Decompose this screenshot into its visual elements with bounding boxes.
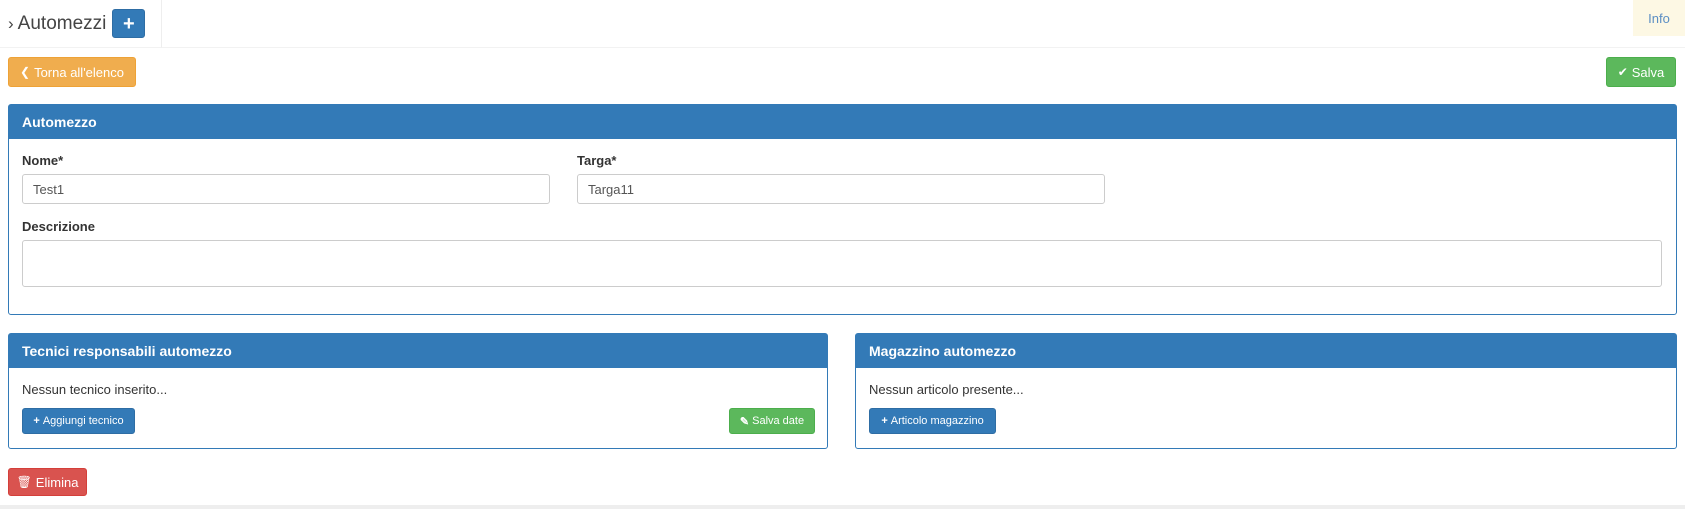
save-label: Salva: [1631, 64, 1665, 80]
magazzino-panel: Magazzino automezzo Nessun articolo pres…: [855, 333, 1677, 449]
plus-icon: +: [33, 415, 40, 427]
edit-icon: ✎: [739, 415, 750, 428]
magazzino-panel-title: Magazzino automezzo: [856, 334, 1676, 368]
plus-icon: +: [123, 12, 135, 35]
nome-input[interactable]: Test1: [22, 174, 550, 204]
bottom-divider: [0, 505, 1685, 509]
save-dates-button[interactable]: ✎ Salva date: [729, 408, 815, 434]
delete-button[interactable]: 🗑 Elimina: [8, 468, 87, 496]
add-tecnico-label: Aggiungi tecnico: [42, 415, 124, 427]
magazzino-empty-text: Nessun articolo presente...: [869, 382, 1024, 397]
automezzo-panel: Automezzo Nome* Test1 Targa* Targa11 Des…: [8, 104, 1677, 315]
page-header: › Automezzi +: [0, 0, 162, 48]
chevron-left-icon: ❮: [20, 65, 31, 79]
add-articolo-button[interactable]: + Articolo magazzino: [869, 408, 996, 434]
page-title: Automezzi: [17, 12, 107, 34]
check-icon: ✔: [1617, 65, 1628, 79]
targa-label: Targa*: [577, 153, 617, 168]
add-tecnico-button[interactable]: + Aggiungi tecnico: [22, 408, 135, 434]
trash-icon: 🗑: [16, 475, 32, 489]
automezzo-panel-title: Automezzo: [9, 105, 1676, 139]
save-dates-label: Salva date: [752, 415, 805, 427]
add-articolo-label: Articolo magazzino: [890, 415, 984, 427]
chevron-right-icon: ›: [8, 14, 14, 33]
descrizione-label: Descrizione: [22, 219, 95, 234]
back-to-list-button[interactable]: ❮ Torna all'elenco: [8, 57, 136, 87]
top-bar: › Automezzi + Info: [0, 0, 1685, 48]
save-button[interactable]: ✔ Salva: [1606, 57, 1676, 87]
tecnici-panel-title: Tecnici responsabili automezzo: [9, 334, 827, 368]
divider: [162, 47, 1685, 48]
tecnici-empty-text: Nessun tecnico inserito...: [22, 382, 168, 397]
targa-input[interactable]: Targa11: [577, 174, 1105, 204]
nome-label: Nome*: [22, 153, 64, 168]
plus-icon: +: [881, 415, 888, 427]
delete-label: Elimina: [35, 474, 79, 490]
tecnici-panel: Tecnici responsabili automezzo Nessun te…: [8, 333, 828, 449]
back-to-list-label: Torna all'elenco: [34, 64, 124, 80]
info-tab[interactable]: Info: [1633, 0, 1685, 36]
descrizione-textarea[interactable]: [22, 240, 1662, 287]
add-automezzo-button[interactable]: +: [112, 9, 146, 38]
